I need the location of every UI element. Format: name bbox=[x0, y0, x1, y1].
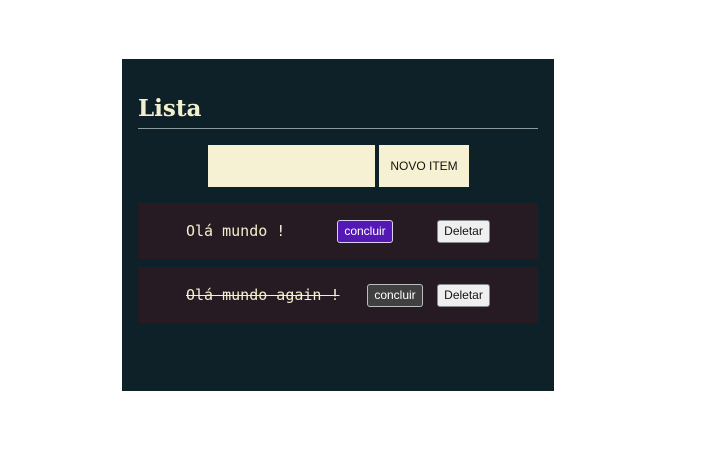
list-item: Olá mundo again ! concluir Deletar bbox=[138, 267, 538, 323]
delete-button[interactable]: Deletar bbox=[437, 220, 490, 243]
conclude-button[interactable]: concluir bbox=[337, 220, 393, 243]
new-item-button[interactable]: NOVO ITEM bbox=[379, 145, 469, 187]
delete-button[interactable]: Deletar bbox=[437, 284, 490, 307]
item-text-completed: Olá mundo again ! bbox=[186, 286, 340, 304]
conclude-button[interactable]: concluir bbox=[367, 284, 423, 307]
page-title: Lista bbox=[138, 95, 202, 122]
title-divider bbox=[138, 128, 538, 129]
item-text: Olá mundo ! bbox=[186, 222, 286, 240]
todo-app: Lista NOVO ITEM Olá mundo ! concluir Del… bbox=[122, 59, 554, 391]
list-item: Olá mundo ! concluir Deletar bbox=[138, 203, 538, 259]
new-item-input[interactable] bbox=[208, 145, 375, 187]
